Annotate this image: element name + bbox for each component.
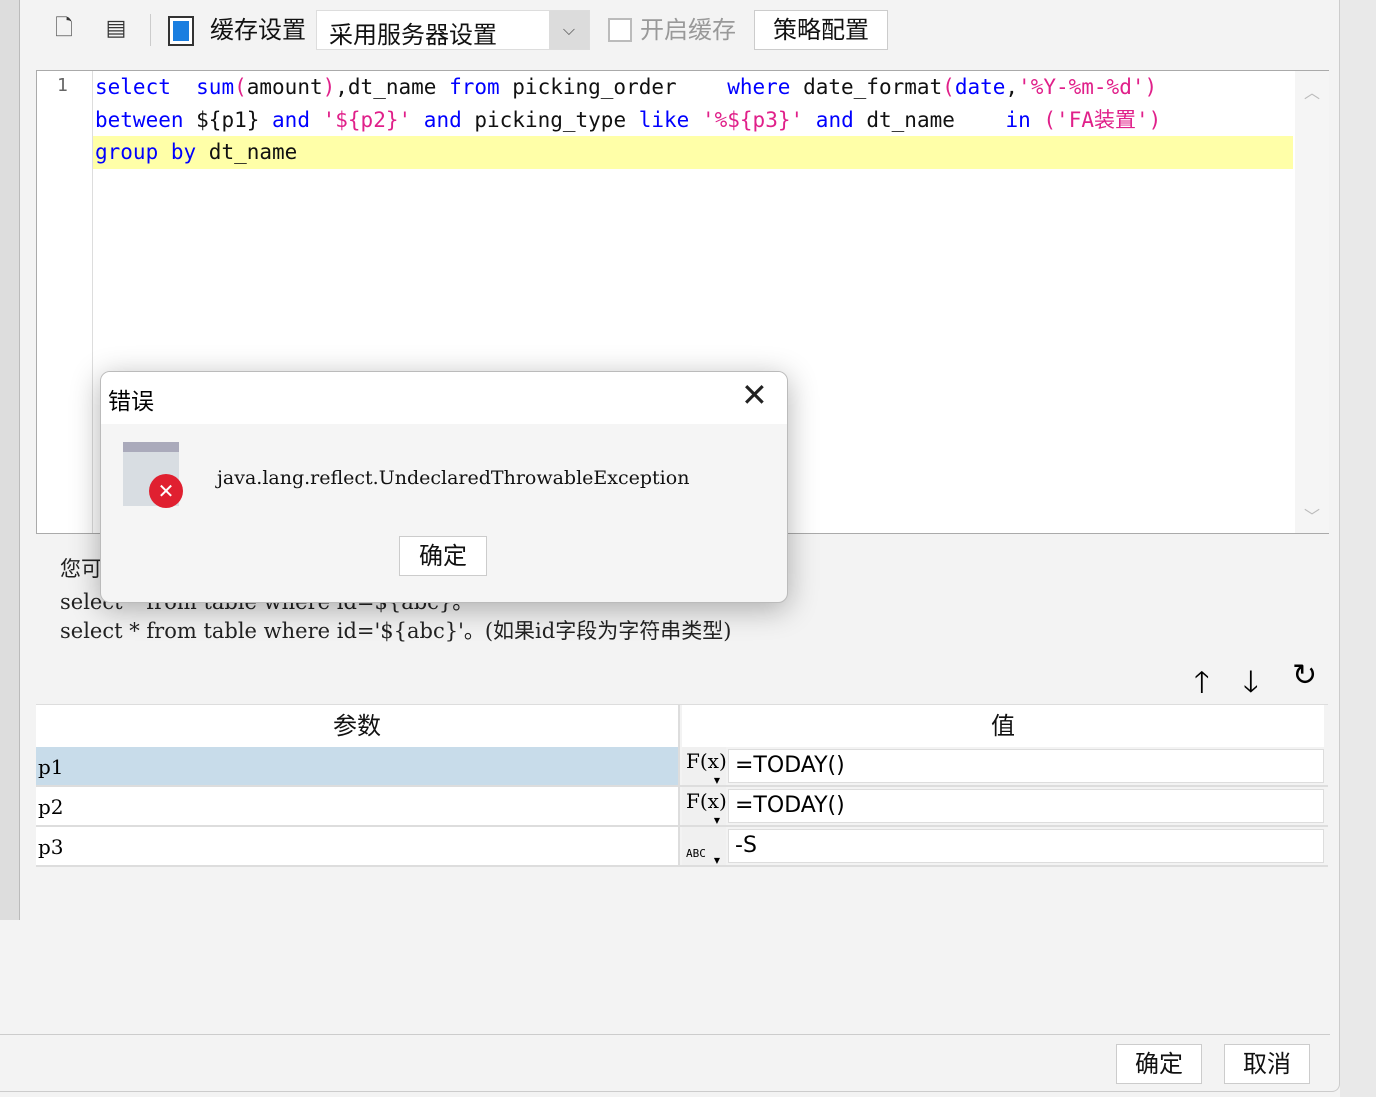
enable-cache-checkbox[interactable] [608,18,632,42]
line-number: 1 [57,75,68,96]
cache-mode-value: 采用服务器设置 [329,21,497,49]
table-row[interactable]: p1 F(x) ▼ =TODAY() [36,747,1328,787]
cancel-button[interactable]: 取消 [1224,1044,1310,1084]
code-token: ,dt_name [335,75,450,99]
preview-icon[interactable]: 🗋 [50,14,78,44]
hint-line-0: 您可 [60,557,102,581]
code-token: select [95,75,171,99]
vertical-scrollbar[interactable]: ︿ ﹀ [1295,71,1329,533]
divider [150,14,151,46]
code-token: , [1005,75,1019,99]
error-icon: ✕ [123,442,183,508]
code-token: picking_order [499,75,728,99]
param-value[interactable]: =TODAY() [728,749,1324,783]
code-token: '${p2}' [322,107,412,132]
code-token: sum [196,75,235,99]
cache-icon[interactable] [168,16,194,46]
code-token: date_format [790,75,943,99]
dialog-titlebar: 错误 ✕ [101,372,787,424]
error-message: java.lang.reflect.UndeclaredThrowableExc… [217,467,690,489]
chevron-down-icon[interactable]: ⌵ [549,11,589,49]
code-line[interactable]: select sum(amount),dt_name from picking_… [93,71,1293,104]
code-token: ( [234,75,247,99]
formula-icon[interactable]: F(x) ▼ [682,787,727,825]
dialog-ok-button[interactable]: 确定 [399,536,487,576]
code-token: ( [942,75,955,99]
code-token: where [727,75,791,99]
param-value[interactable]: =TODAY() [728,789,1324,823]
param-name[interactable]: p2 [36,787,680,825]
code-line[interactable]: between ${p1} and '${p2}' and picking_ty… [93,104,1293,137]
left-panel-edge [0,0,20,920]
refresh-icon[interactable]: ↻ [1292,658,1317,693]
header-param: 参数 [36,705,680,747]
hint-line-2: select * from table where id='${abc}'。(如… [60,619,732,643]
cache-settings-label: 缓存设置 [210,16,306,44]
code-token: from [449,75,500,99]
header-value: 值 [682,705,1324,747]
code-token: '%${p3}' [701,107,804,132]
code-token: dt_name [196,140,298,164]
table-row[interactable]: p2 F(x) ▼ =TODAY() [36,787,1328,827]
code-token: date [954,75,1006,99]
code-token: like [638,107,690,132]
code-token: ) [322,75,336,99]
parameter-table: 参数 值 p1 F(x) ▼ =TODAY() p2 F(x) ▼ =TODAY() p… [36,704,1328,1034]
code-token: amount [246,75,323,99]
code-token: '%Y-%m-%d') [1018,75,1158,99]
code-token: and [815,107,854,132]
line-gutter: 1 [37,71,93,533]
code-token: in [1005,107,1031,132]
code-token: dt_name [853,107,1006,132]
code-token: between [95,107,184,132]
enable-cache-label: 开启缓存 [640,16,736,44]
toolbar: 🗋 ▤ 缓存设置 采用服务器设置 ⌵ 开启缓存 策略配置 [0,0,1330,62]
ok-button[interactable]: 确定 [1116,1044,1202,1084]
divider [0,1034,1330,1035]
scroll-up-icon[interactable]: ︿ [1295,79,1329,103]
scroll-down-icon[interactable]: ﹀ [1295,503,1329,527]
sql-icon[interactable]: ▤ [102,14,130,44]
sql-code[interactable]: select sum(amount),dt_name from picking_… [93,71,1293,169]
code-token: ${p1} [183,107,273,132]
close-icon[interactable]: ✕ [741,376,768,414]
code-token: and [423,107,462,132]
param-name[interactable]: p3 [36,827,680,865]
dialog-title: 错误 [108,389,154,415]
error-dialog: 错误 ✕ ✕ java.lang.reflect.UndeclaredThrow… [100,371,788,603]
code-token: and [272,107,310,132]
code-token: picking_type [461,107,639,132]
text-type-icon[interactable]: ABC ▼ [682,827,726,865]
code-line[interactable]: group by dt_name [93,136,1293,169]
strategy-config-button[interactable]: 策略配置 [754,10,888,50]
table-row[interactable]: p3 ABC ▼ -S [36,827,1328,867]
cache-mode-select[interactable]: 采用服务器设置 ⌵ [316,10,590,50]
code-token: group by [95,140,197,164]
formula-icon[interactable]: F(x) ▼ [682,747,727,785]
code-token: ('FA装置') [1043,107,1162,132]
param-name[interactable]: p1 [36,747,680,785]
background-window [1340,0,1376,1097]
param-value[interactable]: -S [728,829,1324,863]
